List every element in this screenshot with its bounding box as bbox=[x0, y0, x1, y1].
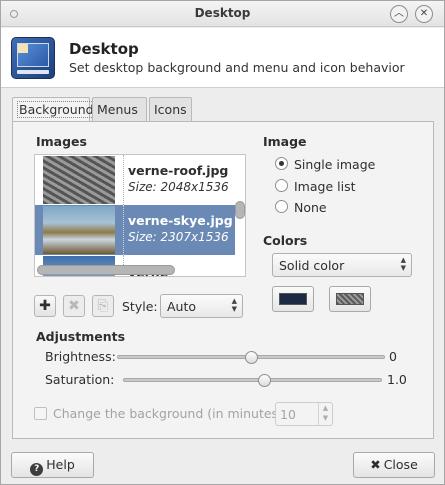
desktop-settings-icon bbox=[11, 37, 55, 79]
brightness-value: 0 bbox=[389, 349, 397, 364]
desktop-settings-window: Desktop ︿ ✕ Desktop Set desktop backgrou… bbox=[0, 0, 445, 485]
colors-section-title: Colors bbox=[263, 233, 308, 248]
saturation-label: Saturation: bbox=[45, 372, 115, 387]
image-thumbnail bbox=[43, 156, 115, 204]
title-bar: Desktop ︿ ✕ bbox=[1, 1, 444, 27]
select-arrows-icon: ▲ ▼ bbox=[231, 297, 237, 313]
image-section-title: Image bbox=[263, 134, 307, 149]
tab-background[interactable]: Background bbox=[12, 97, 96, 123]
dialog-header: Desktop Set desktop background and menu … bbox=[1, 28, 444, 88]
change-interval-value: 10 bbox=[280, 407, 296, 422]
radio-image-list[interactable] bbox=[275, 179, 288, 192]
radio-image-list-label: Image list bbox=[294, 179, 356, 194]
adjustments-section-title: Adjustments bbox=[36, 329, 126, 344]
brightness-label: Brightness: bbox=[45, 349, 116, 364]
vertical-scroll-thumb[interactable] bbox=[235, 201, 245, 219]
style-select[interactable]: Auto ▲ ▼ bbox=[160, 294, 243, 318]
tab-icons[interactable]: Icons bbox=[149, 97, 192, 121]
style-label: Style: bbox=[122, 299, 158, 314]
help-button[interactable]: ? Help bbox=[11, 452, 94, 478]
close-icon: ✖ bbox=[370, 457, 381, 472]
image-filename: verne-roof.jpg bbox=[128, 163, 229, 178]
primary-color-swatch bbox=[279, 293, 307, 305]
radio-none-label: None bbox=[294, 200, 327, 215]
tab-background-label: Background bbox=[17, 101, 96, 118]
change-background-checkbox[interactable] bbox=[34, 407, 47, 420]
change-background-label: Change the background (in minutes): bbox=[53, 406, 288, 421]
minimize-button[interactable]: ︿ bbox=[390, 5, 408, 23]
list-item[interactable]: verne-skye.jpg Size: 2307x1536 bbox=[35, 205, 235, 255]
close-icon: ✕ bbox=[419, 8, 429, 19]
color-mode-value: Solid color bbox=[279, 258, 345, 273]
list-item[interactable]: verne-roof.jpg Size: 2048x1536 bbox=[35, 155, 235, 205]
image-size: Size: 2307x1536 bbox=[128, 230, 229, 244]
header-title: Desktop bbox=[69, 40, 139, 58]
color-mode-select[interactable]: Solid color ▲ ▼ bbox=[272, 253, 412, 277]
image-thumbnail bbox=[43, 206, 115, 254]
primary-color-button[interactable] bbox=[272, 286, 314, 312]
spinner-arrows-icon: ▲ ▼ bbox=[318, 403, 332, 425]
tab-icons-label: Icons bbox=[154, 102, 187, 117]
radio-none[interactable] bbox=[275, 200, 288, 213]
saturation-value: 1.0 bbox=[387, 372, 407, 387]
vertical-scrollbar[interactable] bbox=[235, 155, 245, 276]
chevron-up-icon: ︿ bbox=[394, 8, 404, 19]
brightness-slider-knob[interactable] bbox=[245, 351, 258, 364]
radio-single-image-label: Single image bbox=[294, 157, 376, 172]
window-title: Desktop bbox=[194, 6, 251, 20]
secondary-color-button[interactable] bbox=[329, 286, 371, 312]
tab-menus[interactable]: Menus bbox=[92, 97, 147, 121]
horizontal-scroll-thumb[interactable] bbox=[37, 265, 175, 275]
add-image-button[interactable]: ✚ bbox=[34, 295, 56, 317]
help-button-label: Help bbox=[46, 457, 75, 472]
radio-single-image[interactable] bbox=[275, 157, 288, 170]
secondary-color-swatch bbox=[336, 293, 364, 305]
saturation-slider-knob[interactable] bbox=[258, 374, 271, 387]
image-filename: verne-skye.jpg bbox=[128, 213, 233, 228]
image-list[interactable]: verne-roof.jpg Size: 2048x1536 verne-sky… bbox=[34, 154, 246, 277]
close-button-label: Close bbox=[383, 457, 418, 472]
image-size: Size: 2048x1536 bbox=[128, 180, 229, 194]
background-panel: Images verne-roof.jpg Size: 2048x1536 ve… bbox=[12, 121, 434, 439]
change-interval-spinner[interactable]: 10 ▲ ▼ bbox=[275, 402, 333, 426]
header-subtitle: Set desktop background and menu and icon… bbox=[69, 60, 405, 75]
close-button[interactable]: ✖ Close bbox=[353, 452, 435, 478]
plus-icon: ✚ bbox=[39, 298, 51, 314]
tab-menus-label: Menus bbox=[97, 102, 138, 117]
style-select-value: Auto bbox=[167, 299, 197, 314]
open-file-icon: ⎘ bbox=[97, 298, 109, 314]
help-icon: ? bbox=[30, 463, 44, 476]
remove-x-icon: ✖ bbox=[68, 298, 80, 314]
select-arrows-icon: ▲ ▼ bbox=[400, 256, 406, 272]
close-window-button[interactable]: ✕ bbox=[415, 5, 433, 23]
saturation-slider[interactable] bbox=[123, 378, 382, 382]
open-image-button[interactable]: ⎘ bbox=[92, 295, 114, 317]
remove-image-button[interactable]: ✖ bbox=[63, 295, 85, 317]
images-section-title: Images bbox=[36, 134, 87, 149]
